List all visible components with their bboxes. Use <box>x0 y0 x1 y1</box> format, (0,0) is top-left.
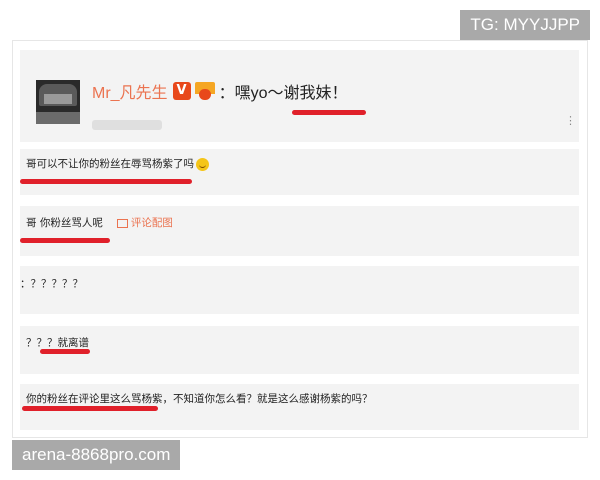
watermark-top: TG: MYYJJPP <box>460 10 590 40</box>
smile-emoji-icon <box>196 157 209 171</box>
underline-comment-4 <box>40 349 90 354</box>
comment-text: ？？？就离谱 <box>26 337 89 349</box>
watermark-bottom: arena-8868pro.com <box>12 440 181 470</box>
blurred-meta <box>92 120 162 130</box>
underline-comment-1 <box>20 179 192 184</box>
underline-comment-2 <box>20 238 110 243</box>
more-options-icon[interactable]: ⋮ <box>565 114 576 127</box>
weibo-post: Mr_凡先生 V ：嘿yo～谢我妹！ ⋮ <box>20 50 579 142</box>
comment-item: ？？？就离谱 <box>20 326 579 374</box>
post-header: Mr_凡先生 V ：嘿yo～谢我妹！ <box>92 78 347 104</box>
comment-text: 哥可以不让你的粉丝在辱骂杨紫了吗 <box>26 158 194 170</box>
verified-v-icon: V <box>172 82 191 100</box>
crown-icon <box>194 82 215 100</box>
comment-image-label: 评论配图 <box>130 217 173 229</box>
comment-item: ：？？？？？ <box>20 266 579 314</box>
comment-item: 哥 你粉丝骂人呢 评论配图 <box>20 206 579 256</box>
comment-image-link[interactable]: 评论配图 <box>116 217 173 229</box>
comment-text: 哥 你粉丝骂人呢 <box>26 217 103 229</box>
username-link[interactable]: Mr_凡先生 <box>92 79 168 103</box>
underline-post <box>292 110 366 115</box>
underline-comment-5 <box>22 406 158 411</box>
comment-item: 哥可以不让你的粉丝在辱骂杨紫了吗 <box>20 149 579 195</box>
image-icon <box>116 218 128 228</box>
avatar[interactable] <box>36 80 80 124</box>
comment-text: ：？？？？？ <box>20 278 83 290</box>
comment-text: 你的粉丝在评论里这么骂杨紫，不知道你怎么看？就是这么感谢杨紫的吗？ <box>26 393 373 405</box>
post-text: ：嘿yo～谢我妹！ <box>218 85 348 102</box>
